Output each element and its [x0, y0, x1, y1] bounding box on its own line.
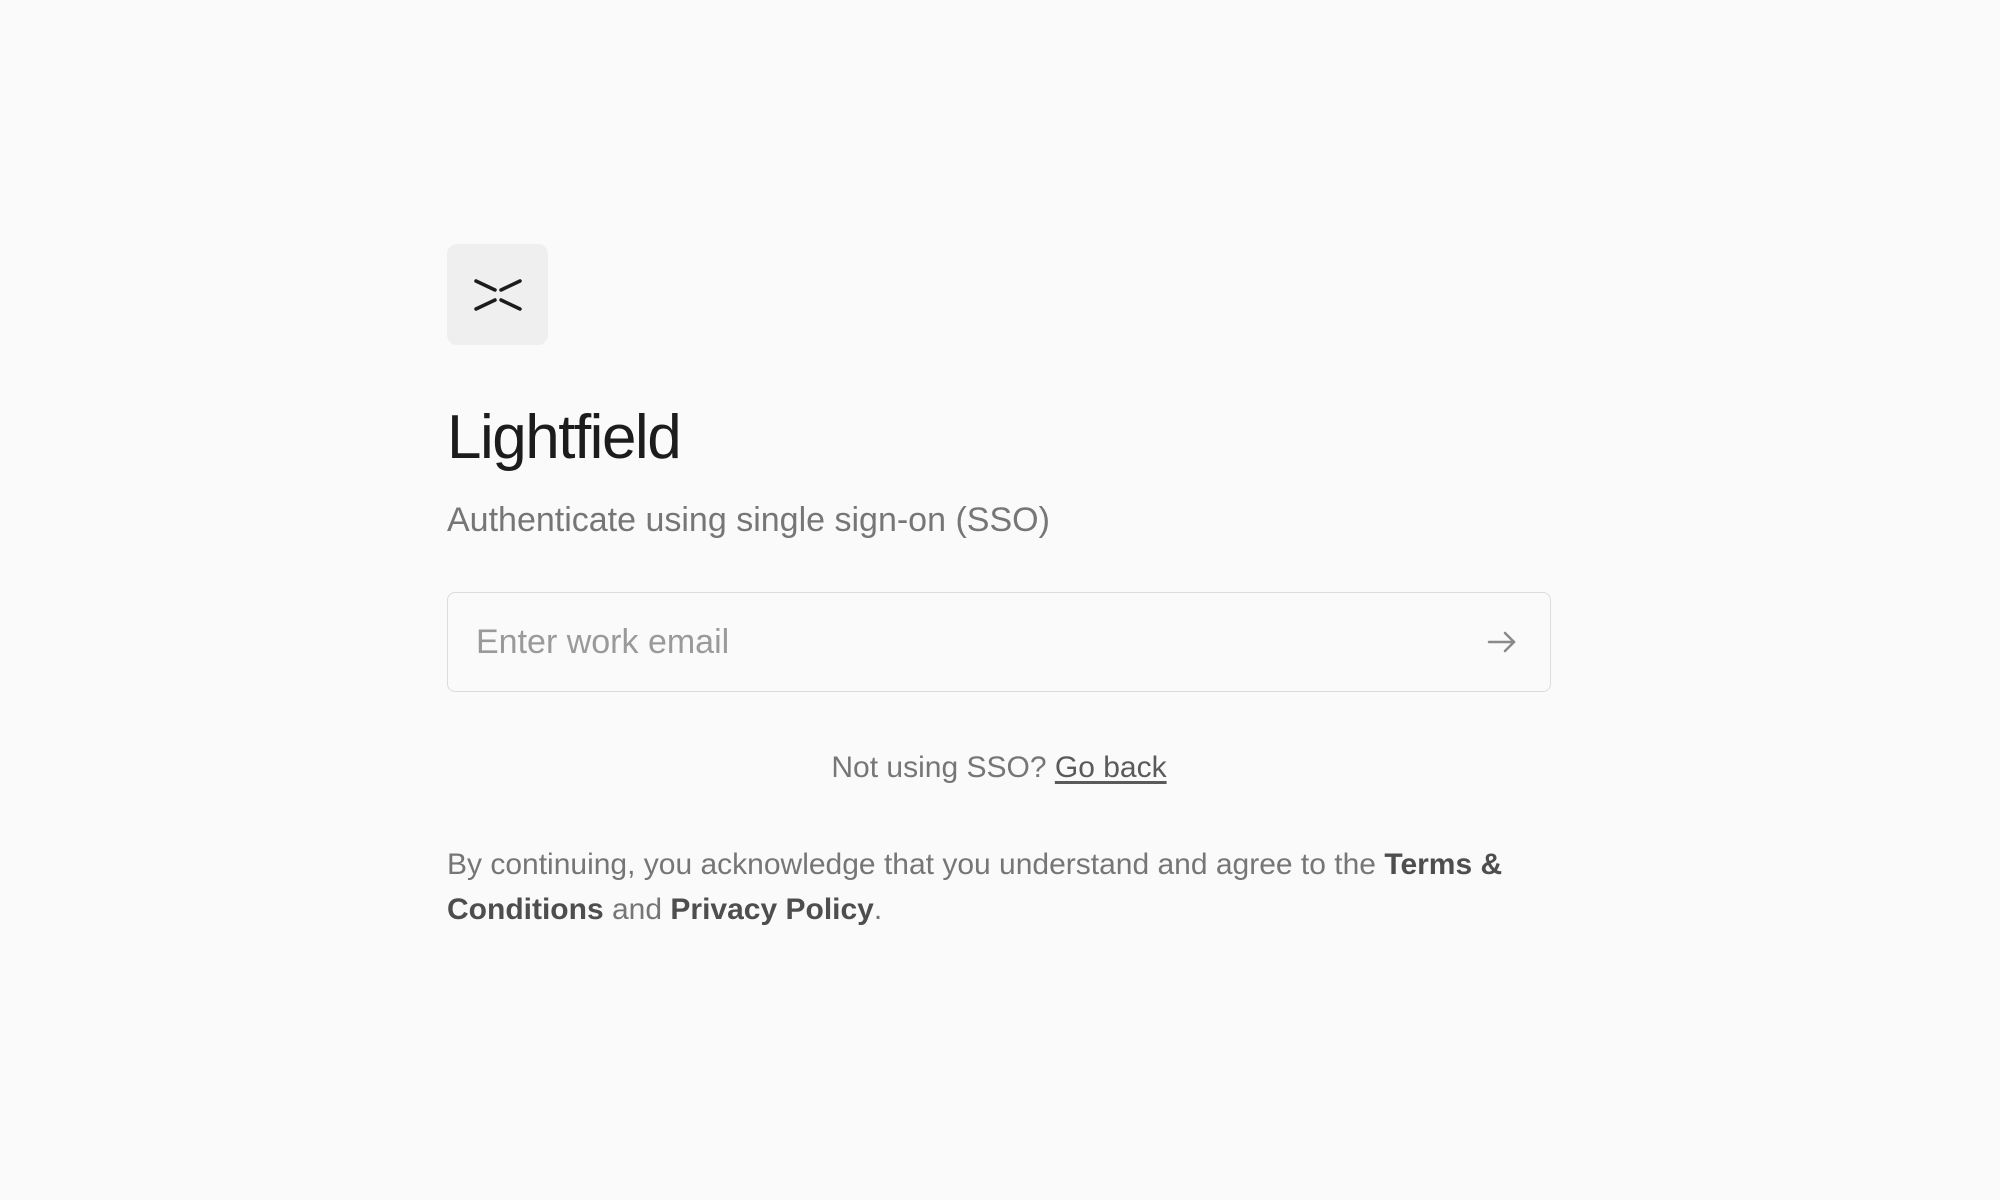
alt-login-row: Not using SSO? Go back — [447, 750, 1551, 786]
lightfield-logo-icon — [447, 244, 548, 345]
arrow-right-icon[interactable] — [1482, 622, 1522, 662]
page-subtitle: Authenticate using single sign-on (SSO) — [447, 501, 1050, 539]
sso-login-panel: Lightfield Authenticate using single sig… — [447, 244, 1551, 932]
legal-prefix: By continuing, you acknowledge that you … — [447, 848, 1376, 881]
legal-joiner: and — [611, 893, 663, 926]
work-email-input[interactable] — [476, 612, 1482, 672]
not-using-sso-text: Not using SSO? — [831, 751, 1047, 784]
app-name: Lightfield — [447, 403, 682, 472]
logo-mark — [473, 278, 522, 311]
legal-notice: By continuing, you acknowledge that you … — [447, 842, 1551, 932]
legal-suffix: . — [873, 893, 883, 926]
email-form — [447, 592, 1551, 692]
go-back-link[interactable]: Go back — [1055, 751, 1167, 784]
privacy-policy-link[interactable]: Privacy Policy — [670, 893, 873, 926]
